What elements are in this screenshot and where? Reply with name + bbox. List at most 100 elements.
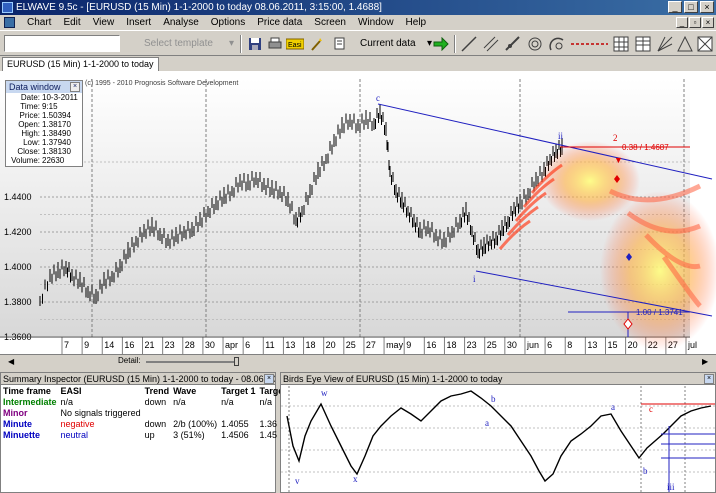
circles-icon[interactable]: [526, 35, 544, 53]
data-window-title-bar[interactable]: Data window ×: [6, 81, 82, 93]
summary-row[interactable]: Minor No signals triggered: [1, 407, 285, 418]
menu-window[interactable]: Window: [352, 15, 400, 30]
data-window-row: Low: 1.37940: [6, 138, 82, 147]
date-tick-label: 27: [366, 340, 376, 350]
fan-icon[interactable]: [656, 35, 674, 53]
birds-eye-title-bar[interactable]: Birds Eye View of EURUSD (15 Min) 1-1-20…: [281, 373, 715, 385]
summary-row[interactable]: Minute negative down 2/b (100%) 1.4055 1.36: [1, 418, 285, 429]
arc-icon[interactable]: [548, 35, 566, 53]
easi-icon[interactable]: Easi: [286, 35, 304, 53]
birds-eye-panel: Birds Eye View of EURUSD (15 Min) 1-1-20…: [280, 372, 716, 493]
summary-column-header[interactable]: Wave: [171, 385, 219, 396]
data-window-value: 1.38130: [42, 147, 71, 156]
detail-slider-track[interactable]: [146, 361, 238, 363]
summary-column-header[interactable]: Target 1: [219, 385, 257, 396]
summary-cell: negative: [60, 418, 95, 429]
table-icon[interactable]: [634, 35, 652, 53]
summary-cell: Intermediate: [3, 396, 57, 407]
menu-bar: Chart Edit View Insert Analyse Options P…: [0, 15, 716, 30]
menu-insert[interactable]: Insert: [120, 15, 157, 30]
birds-wave-label: v: [295, 476, 300, 486]
menu-view[interactable]: View: [87, 15, 121, 30]
chart-scrollbar[interactable]: ◀ Detail: ▶: [0, 354, 716, 368]
close-icon[interactable]: ×: [264, 374, 274, 384]
maximize-button[interactable]: □: [684, 1, 698, 13]
wand-icon[interactable]: [308, 35, 326, 53]
separator: [240, 35, 242, 53]
summary-title-bar[interactable]: Summary Inspector (EURUSD (15 Min) 1-1-2…: [1, 373, 275, 385]
summary-cell: down: [144, 396, 167, 407]
detail-slider-thumb[interactable]: [234, 357, 239, 366]
date-tick-label: 8: [567, 340, 572, 350]
birds-wave-label: iii: [667, 482, 675, 492]
summary-column-header[interactable]: EASI: [59, 385, 143, 396]
scroll-left-icon[interactable]: ◀: [8, 357, 14, 366]
summary-table: Time frame EASI Trend Wave Target 1 Targe Int…: [1, 385, 285, 440]
price-tick-label: 1.4000: [4, 262, 32, 272]
summary-cell: [171, 407, 219, 418]
summary-column-header[interactable]: Time frame: [1, 385, 59, 396]
wave-label: ii: [558, 131, 564, 141]
date-tick-label: 25: [487, 340, 497, 350]
date-tick-label: 14: [104, 340, 114, 350]
price-tick-label: 1.4200: [4, 227, 32, 237]
menu-chart[interactable]: Chart: [21, 15, 57, 30]
data-window-row: Time: 9:15: [6, 102, 82, 111]
mdi-minimize-button[interactable]: _: [676, 17, 688, 28]
date-tick-label: 21: [145, 340, 155, 350]
tab-eurusd[interactable]: EURUSD (15 Min) 1-1-2000 to today: [2, 57, 159, 71]
menu-options[interactable]: Options: [205, 15, 251, 30]
price-chart[interactable]: 1.4400 1.4200 1.4000 1.3800 1.3600 7 9 14 16 21 23…: [0, 71, 716, 354]
data-window-value: 1.38170: [42, 120, 71, 129]
summary-row[interactable]: Intermediate n/a down n/a n/a n/a: [1, 396, 285, 407]
summary-cell: down: [144, 418, 167, 429]
print-icon[interactable]: [266, 35, 284, 53]
channel-icon[interactable]: [504, 35, 522, 53]
chevron-down-icon: ▾: [228, 38, 234, 49]
pages-icon[interactable]: [330, 35, 348, 53]
current-data-select[interactable]: Current data ▾: [356, 35, 434, 53]
data-window-value: 9:15: [42, 102, 58, 111]
chart-canvas[interactable]: 1.44001.42001.40001.38001.36007 9 14 16 21 23…: [0, 71, 716, 354]
menu-edit[interactable]: Edit: [57, 15, 86, 30]
birds-eye-title: Birds Eye View of EURUSD (15 Min) 1-1-20…: [283, 374, 503, 384]
menu-price-data[interactable]: Price data: [251, 15, 308, 30]
date-tick-label: 9: [406, 340, 411, 350]
go-arrow-icon[interactable]: [432, 35, 450, 53]
detail-label: Detail:: [118, 356, 141, 365]
document-icon[interactable]: [4, 17, 15, 28]
symbol-input[interactable]: [4, 35, 120, 52]
date-tick-label: 11: [265, 340, 274, 350]
horizontal-line-icon[interactable]: [570, 35, 610, 53]
birds-eye-canvas[interactable]: w b a a b x v c iii: [281, 386, 715, 492]
data-window-key: Open:: [18, 120, 40, 129]
mdi-restore-button[interactable]: ▫: [689, 17, 701, 28]
app-icon: [2, 2, 13, 13]
summary-cell: [219, 407, 257, 418]
menu-help[interactable]: Help: [400, 15, 433, 30]
cross-grid-icon[interactable]: [696, 35, 714, 53]
template-select[interactable]: Select template ▾: [124, 35, 236, 52]
menu-screen[interactable]: Screen: [308, 15, 352, 30]
close-icon[interactable]: ×: [70, 82, 80, 92]
menu-analyse[interactable]: Analyse: [157, 15, 205, 30]
data-window: Data window × Date: 10-3-2011 Time: 9:15 Pri…: [5, 80, 83, 167]
data-window-row: Volume: 22630: [6, 156, 82, 165]
close-button[interactable]: ×: [700, 1, 714, 13]
save-icon[interactable]: [246, 35, 264, 53]
date-tick-label: 18: [306, 340, 316, 350]
date-tick-label: 16: [124, 340, 134, 350]
summary-cell: 3 (51%): [173, 429, 205, 440]
triangle-icon[interactable]: [676, 35, 694, 53]
date-tick-label: 25: [346, 340, 356, 350]
close-icon[interactable]: ×: [704, 374, 714, 384]
minimize-button[interactable]: _: [668, 1, 682, 13]
parallel-lines-icon[interactable]: [482, 35, 500, 53]
grid-icon[interactable]: [612, 35, 630, 53]
summary-column-header[interactable]: Trend: [143, 385, 172, 396]
birds-wave-label: a: [485, 418, 489, 428]
scroll-right-icon[interactable]: ▶: [702, 357, 708, 366]
line-tool-icon[interactable]: [460, 35, 478, 53]
mdi-close-button[interactable]: ×: [702, 17, 714, 28]
summary-row[interactable]: Minuette neutral up 3 (51%) 1.4506 1.45: [1, 429, 285, 440]
